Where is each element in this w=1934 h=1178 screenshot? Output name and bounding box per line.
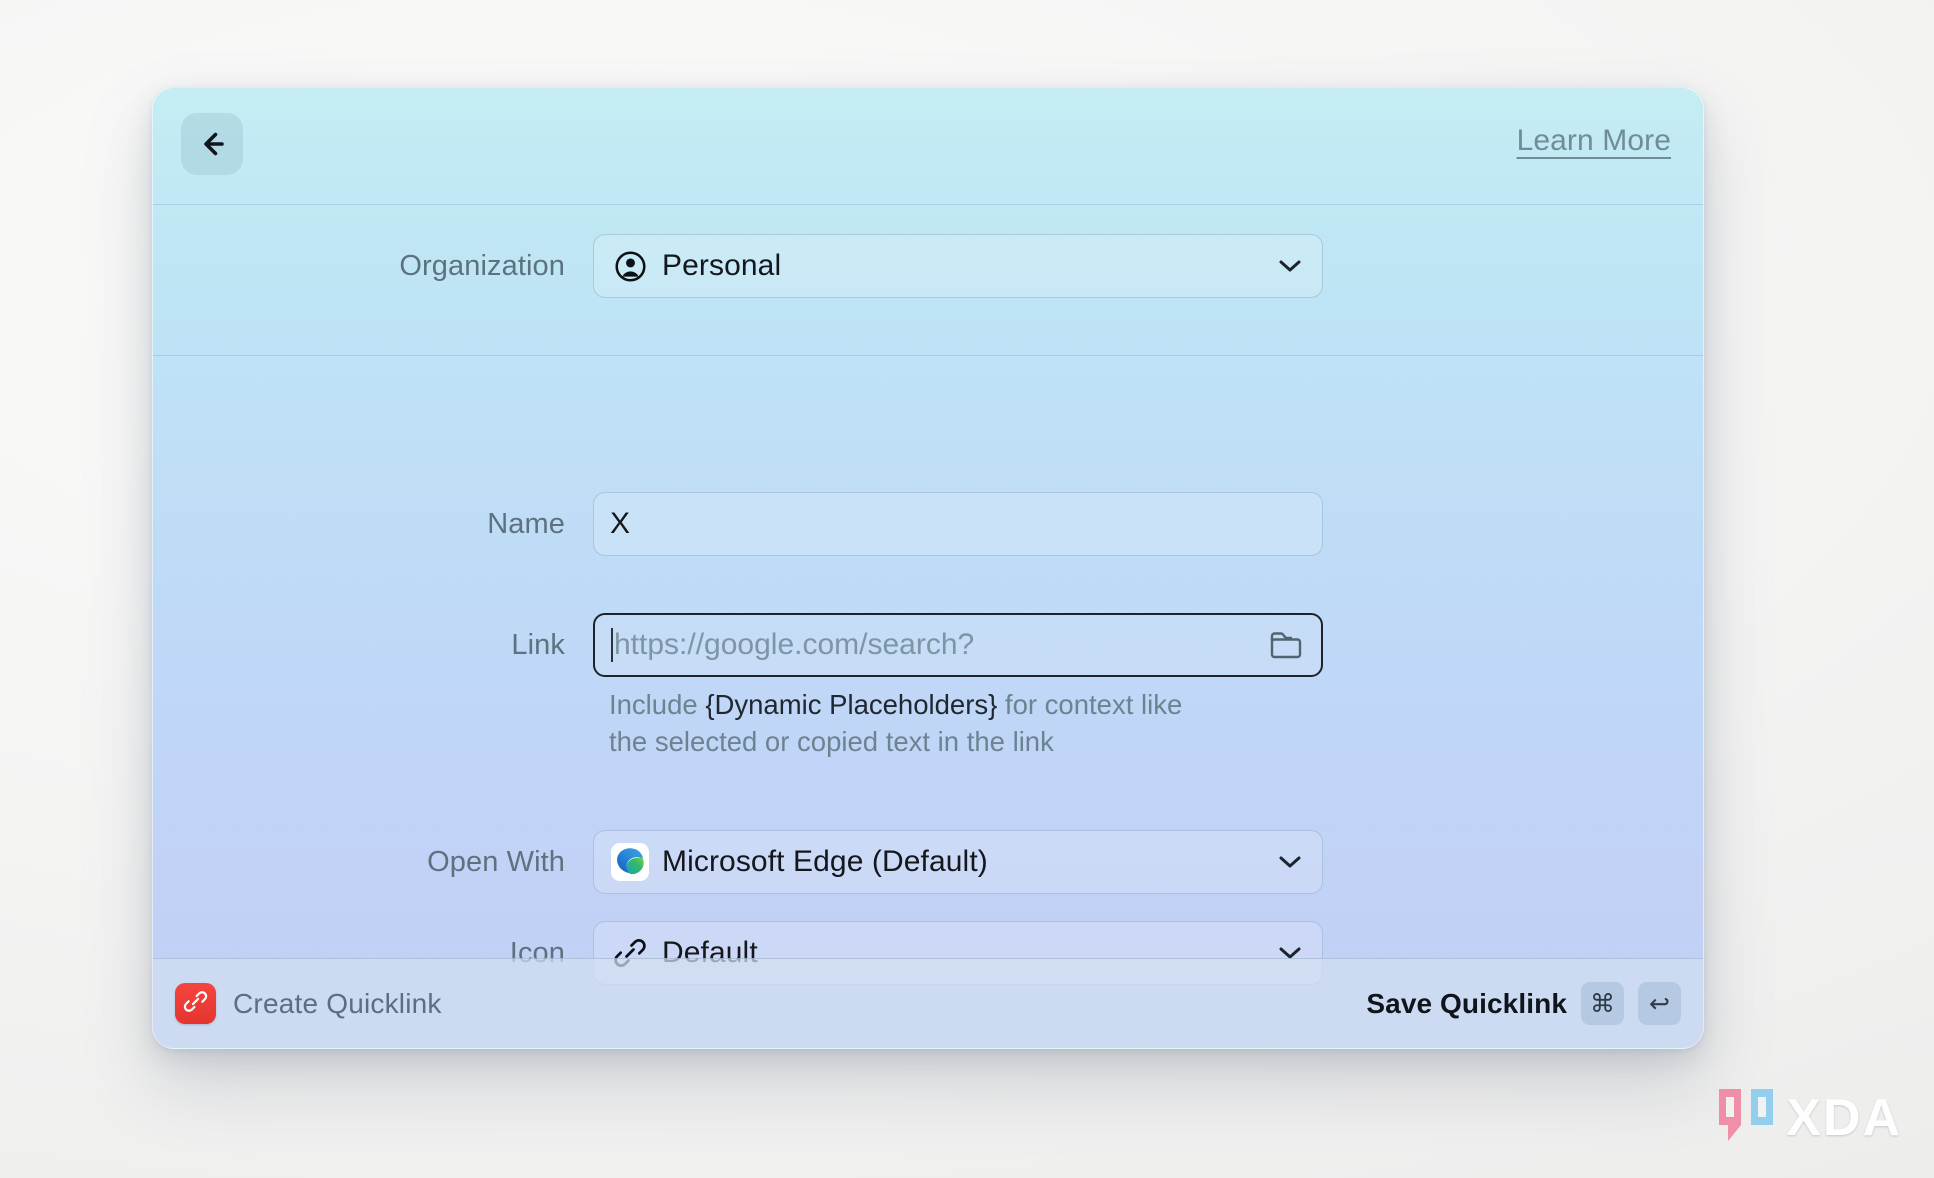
person-circle-icon: [610, 246, 650, 286]
organization-label: Organization: [399, 249, 565, 282]
xda-wordmark: XDA: [1786, 1088, 1902, 1147]
open-with-label: Open With: [427, 845, 565, 878]
name-input-value: X: [610, 507, 631, 540]
chevron-down-icon: [1278, 855, 1302, 870]
link-row: Link https://google.com/search?: [153, 613, 1703, 677]
learn-more-link[interactable]: Learn More: [1517, 124, 1671, 158]
link-chain-icon: [183, 989, 208, 1019]
link-input[interactable]: https://google.com/search?: [593, 613, 1323, 677]
link-input-placeholder: https://google.com/search?: [614, 628, 975, 661]
name-row: Name X: [153, 492, 1703, 556]
xda-watermark: XDA: [1715, 1085, 1902, 1150]
quicklink-app-icon: [175, 983, 216, 1024]
enter-key-badge[interactable]: ↩: [1638, 982, 1681, 1025]
arrow-left-icon: [195, 127, 229, 161]
name-label: Name: [487, 507, 565, 540]
create-quicklink-window: Learn More Organization Personal Name X …: [152, 87, 1704, 1049]
name-input[interactable]: X: [593, 492, 1323, 556]
organization-section: Organization Personal: [153, 205, 1703, 356]
open-with-dropdown[interactable]: Microsoft Edge (Default): [593, 830, 1323, 894]
dynamic-placeholders-hint: Include {Dynamic Placeholders} for conte…: [609, 686, 1209, 760]
organization-row: Organization Personal: [153, 234, 1703, 298]
window-footer: Create Quicklink Save Quicklink ⌘ ↩: [153, 958, 1703, 1048]
save-quicklink-button[interactable]: Save Quicklink: [1366, 988, 1567, 1020]
hint-highlight: {Dynamic Placeholders}: [705, 689, 998, 720]
open-with-value: Microsoft Edge (Default): [662, 845, 988, 878]
open-with-row: Open With Microsoft Edge (Default): [153, 830, 1703, 894]
microsoft-edge-icon: [610, 842, 650, 882]
footer-right-group: Save Quicklink ⌘ ↩: [1366, 982, 1681, 1025]
link-label: Link: [511, 628, 565, 661]
footer-title: Create Quicklink: [233, 987, 442, 1019]
organization-value: Personal: [662, 249, 782, 282]
hint-prefix: Include: [609, 689, 706, 720]
back-button[interactable]: [181, 113, 243, 175]
xda-bracket-icon: [1715, 1085, 1777, 1150]
chevron-down-icon: [1278, 259, 1302, 274]
footer-left-group: Create Quicklink: [175, 983, 442, 1024]
folder-icon[interactable]: [1269, 630, 1303, 660]
command-key-badge[interactable]: ⌘: [1581, 982, 1624, 1025]
window-header: Learn More: [153, 88, 1703, 205]
organization-dropdown[interactable]: Personal: [593, 234, 1323, 298]
text-caret: [611, 628, 613, 662]
